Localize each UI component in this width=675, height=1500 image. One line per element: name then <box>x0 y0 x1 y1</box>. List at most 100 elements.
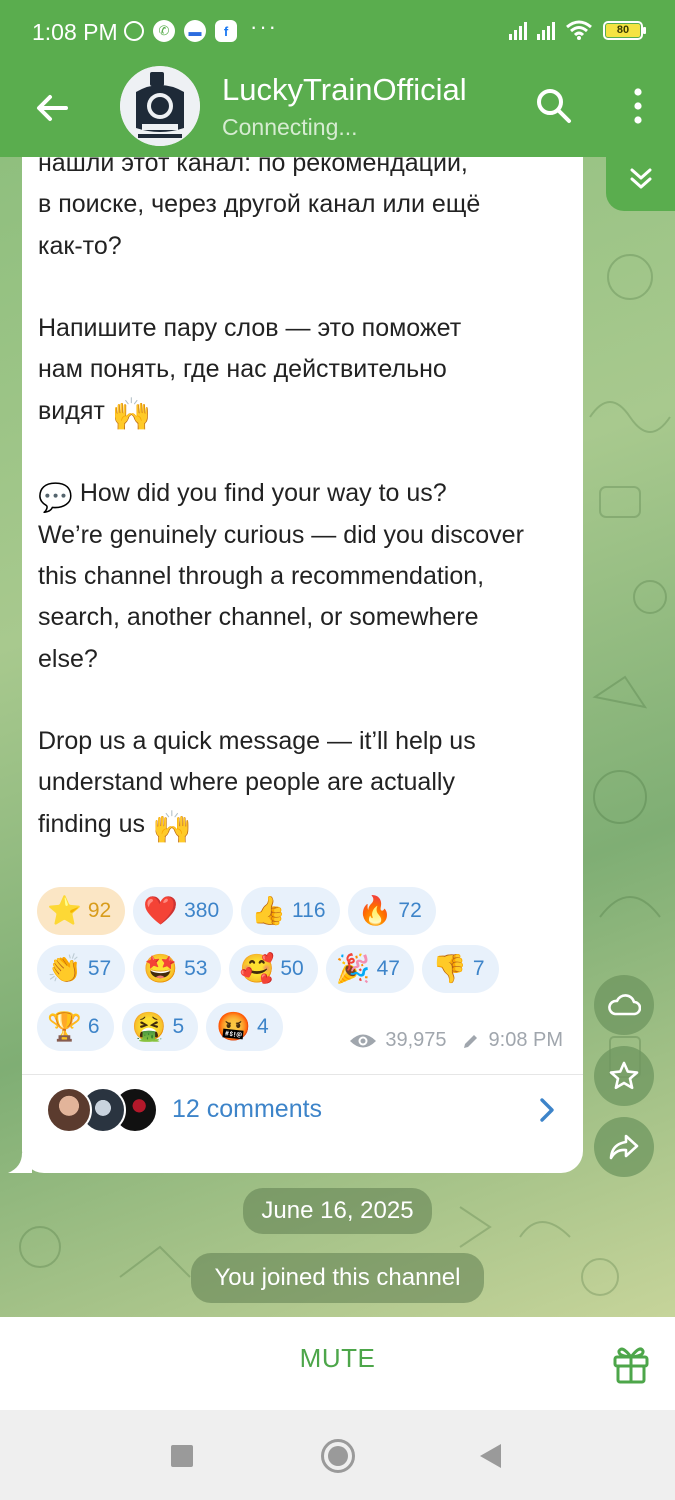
chat-area[interactable]: нашли этот канал: по рекомендации, в пои… <box>0 157 675 1317</box>
post-line: видят <box>38 396 105 425</box>
connection-status: Connecting... <box>222 114 358 140</box>
post-line: Drop us a quick message — it’ll help us <box>38 727 476 756</box>
post-line: как-то? <box>38 231 122 260</box>
back-arrow-icon[interactable] <box>28 84 76 132</box>
reaction-count: 50 <box>280 957 304 980</box>
post-line: How did you find your way to us? <box>79 479 447 508</box>
joined-service-message: You joined this channel <box>191 1253 484 1303</box>
star-icon <box>609 1061 639 1090</box>
back-triangle-icon <box>480 1444 501 1468</box>
speech-bubble-emoji-icon: 💬 <box>38 482 73 514</box>
post-line: Напишите пару слов — это поможет <box>38 314 462 343</box>
cursing-emoji-icon: 🤬 <box>216 1011 251 1042</box>
reaction-clap[interactable]: 👏 57 <box>37 945 126 993</box>
whatsapp-icon: ✆ <box>153 20 175 42</box>
alarm-icon <box>124 21 144 41</box>
notification-icons: ✆ ▬ f ··· <box>124 14 278 42</box>
raising-hands-emoji-icon: 🙌 <box>151 808 192 845</box>
more-notifications-icon: ··· <box>250 14 278 39</box>
favorite-button[interactable] <box>594 1046 654 1106</box>
thumbs-down-emoji-icon: 👎 <box>431 953 467 984</box>
star-emoji-icon: ⭐ <box>47 895 82 926</box>
chat-header: LuckyTrainOfficial Connecting... <box>0 62 675 157</box>
post-meta: 39,975 9:08 PM <box>349 1029 563 1052</box>
signal-icon <box>509 20 527 40</box>
reaction-count: 72 <box>398 899 422 922</box>
reaction-count: 4 <box>257 1015 269 1038</box>
post-text: нашли этот канал: по рекомендации, в пои… <box>38 157 568 845</box>
channel-avatar[interactable] <box>120 66 200 146</box>
channel-title[interactable]: LuckyTrainOfficial <box>222 72 467 108</box>
view-count: 39,975 <box>385 1029 447 1051</box>
channel-post[interactable]: нашли этот канал: по рекомендации, в пои… <box>22 157 583 1173</box>
post-line: нашли этот канал: по рекомендации, <box>38 157 468 177</box>
post-line: в поиске, через другой канал или ещё <box>38 190 481 219</box>
reaction-party[interactable]: 🎉 47 <box>325 945 414 993</box>
post-time: 9:08 PM <box>488 1029 563 1051</box>
post-line: this channel through a recommendation, <box>38 561 485 590</box>
party-popper-emoji-icon: 🎉 <box>335 953 371 984</box>
comments-button[interactable]: 12 comments <box>22 1074 583 1152</box>
more-options-icon[interactable] <box>614 82 662 130</box>
thumbs-up-emoji-icon: 👍 <box>251 895 287 926</box>
heart-emoji-icon: ❤️ <box>143 895 179 926</box>
clapping-emoji-icon: 👏 <box>47 953 82 984</box>
recent-apps-button[interactable] <box>164 1438 200 1474</box>
scroll-down-button[interactable] <box>606 157 675 211</box>
status-time: 1:08 PM <box>32 19 118 45</box>
messages-icon: ▬ <box>184 20 206 42</box>
comments-count-label: 12 comments <box>172 1095 323 1123</box>
system-indicators: 80 <box>509 20 646 40</box>
reaction-count: 47 <box>376 957 400 980</box>
gift-icon[interactable] <box>608 1341 654 1387</box>
post-line: understand where people are actually <box>38 768 455 797</box>
train-logo-icon <box>120 66 200 146</box>
bubble-tail <box>8 1153 32 1173</box>
reaction-count: 380 <box>184 899 220 922</box>
home-button[interactable] <box>320 1438 356 1474</box>
post-line: search, another channel, or somewhere <box>38 603 479 632</box>
reaction-cursing[interactable]: 🤬 4 <box>206 1003 283 1051</box>
fire-emoji-icon: 🔥 <box>357 895 393 926</box>
mute-button[interactable]: MUTE <box>260 1343 415 1383</box>
system-navigation-bar <box>0 1410 675 1500</box>
square-icon <box>171 1445 193 1467</box>
reaction-vomit[interactable]: 🤮 5 <box>121 1003 199 1051</box>
search-icon[interactable] <box>530 82 578 130</box>
reaction-count: 5 <box>172 1015 185 1038</box>
back-button[interactable] <box>472 1438 508 1474</box>
post-line: нам понять, где нас действительно <box>38 355 447 384</box>
reaction-fire[interactable]: 🔥 72 <box>347 887 436 935</box>
post-line: We’re genuinely curious — did you discov… <box>38 520 524 549</box>
star-struck-emoji-icon: 🤩 <box>143 953 179 984</box>
reaction-star[interactable]: ⭐ 92 <box>37 887 126 935</box>
share-arrow-icon <box>609 1134 639 1160</box>
date-separator: June 16, 2025 <box>243 1188 432 1234</box>
chevron-right-icon <box>540 1098 554 1122</box>
bottom-action-bar: MUTE <box>0 1317 675 1410</box>
reaction-row: 👏 57 🤩 53 🥰 50 🎉 47 👎 7 <box>37 945 577 993</box>
wifi-icon <box>566 20 592 40</box>
reaction-smiling-hearts[interactable]: 🥰 50 <box>229 945 318 993</box>
reaction-count: 92 <box>87 899 112 922</box>
views-eye-icon <box>350 1034 377 1047</box>
reaction-thumbs-up[interactable]: 👍 116 <box>241 887 340 935</box>
signal-icon-2 <box>537 20 555 40</box>
cloud-icon <box>608 994 641 1016</box>
facebook-icon: f <box>215 20 237 42</box>
battery-level: 80 <box>606 24 640 37</box>
home-circle-icon <box>321 1439 355 1473</box>
reaction-count: 6 <box>87 1015 100 1038</box>
battery-icon: 80 <box>603 21 646 40</box>
reaction-star-struck[interactable]: 🤩 53 <box>133 945 222 993</box>
reaction-row: ⭐ 92 ❤️ 380 👍 116 🔥 72 <box>37 887 577 935</box>
post-line: finding us <box>38 809 146 838</box>
edited-pencil-icon <box>463 1034 477 1048</box>
save-to-cloud-button[interactable] <box>594 975 654 1035</box>
reaction-thumbs-down[interactable]: 👎 7 <box>421 945 499 993</box>
status-bar: 1:08 PM ✆ ▬ f ··· 80 <box>0 0 675 62</box>
reaction-trophy[interactable]: 🏆 6 <box>37 1003 114 1051</box>
reaction-heart[interactable]: ❤️ 380 <box>133 887 234 935</box>
smiling-hearts-emoji-icon: 🥰 <box>239 953 275 984</box>
share-button[interactable] <box>594 1117 654 1177</box>
